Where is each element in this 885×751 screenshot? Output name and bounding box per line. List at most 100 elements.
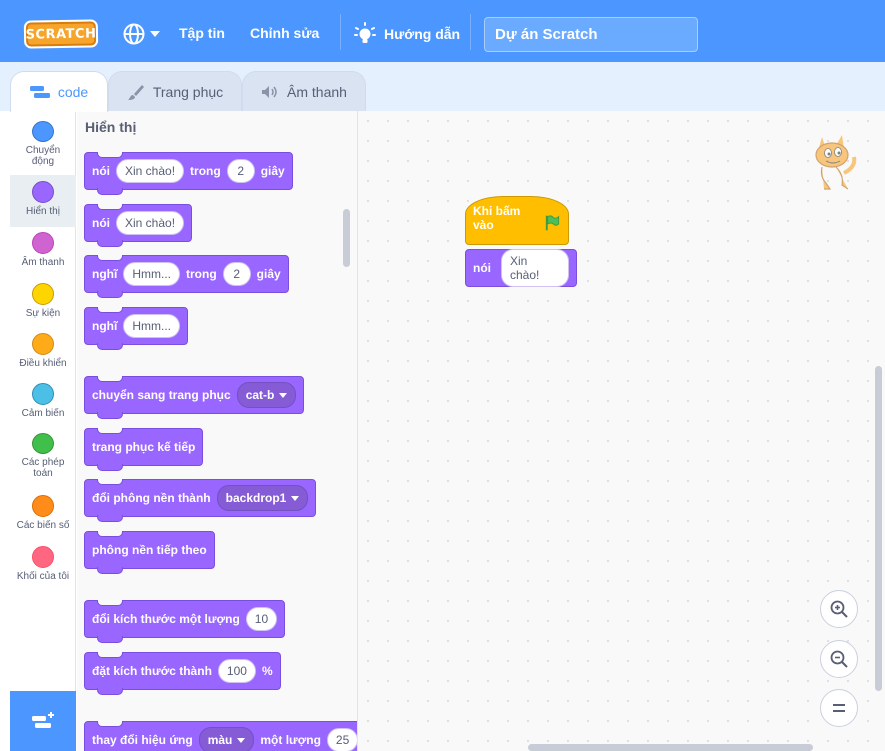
lightbulb-icon bbox=[354, 22, 376, 43]
category-variables[interactable]: Các biến số bbox=[10, 489, 76, 541]
say-for-secs-block[interactable]: nói Xin chào! trong 2 giây bbox=[84, 152, 293, 195]
script-vertical-scrollbar[interactable] bbox=[875, 366, 882, 691]
zoom-reset-button[interactable] bbox=[820, 689, 858, 727]
category-label: Hiển thị bbox=[26, 206, 60, 217]
category-label: Các phép toán bbox=[21, 457, 65, 479]
number-input[interactable]: 100 bbox=[217, 659, 256, 683]
category-sound[interactable]: Âm thanh bbox=[10, 226, 76, 278]
block-text: giây bbox=[256, 267, 281, 281]
category-dot bbox=[32, 121, 54, 142]
effect-dropdown[interactable]: màu bbox=[198, 727, 255, 751]
next-backdrop-block[interactable]: phông nền tiếp theo bbox=[84, 531, 215, 574]
switch-costume-block[interactable]: chuyển sang trang phục cat-b bbox=[84, 376, 305, 419]
category-menu: Chuyển động Hiển thị Âm thanh Sự kiện Đi… bbox=[10, 111, 76, 691]
category-label: Chuyển động bbox=[25, 145, 61, 167]
set-size-block[interactable]: đặt kích thước thành 100 % bbox=[84, 652, 281, 695]
tab-code-label: code bbox=[57, 84, 89, 100]
number-input[interactable]: 25 bbox=[326, 728, 357, 751]
block-text: đổi phông nền thành bbox=[92, 491, 211, 505]
category-label: Cảm biến bbox=[21, 408, 65, 419]
category-operators[interactable]: Các phép toán bbox=[10, 427, 76, 479]
text-input[interactable]: Hmm... bbox=[123, 314, 180, 338]
block-text: nói bbox=[92, 164, 110, 178]
category-dot bbox=[32, 232, 54, 254]
edit-menu[interactable]: Chỉnh sửa bbox=[250, 25, 319, 41]
block-text: % bbox=[261, 664, 273, 678]
dropdown-value: backdrop1 bbox=[225, 491, 287, 505]
category-dot bbox=[32, 495, 54, 517]
block-text: chuyển sang trang phục bbox=[92, 388, 231, 402]
change-effect-block[interactable]: thay đổi hiệu ứng màu một lượng 25 bbox=[84, 721, 357, 751]
tab-sounds[interactable]: Âm thanh bbox=[242, 71, 366, 111]
number-input[interactable]: 2 bbox=[222, 262, 251, 286]
block-text: giây bbox=[260, 164, 285, 178]
category-control[interactable]: Điều khiển bbox=[10, 327, 76, 379]
language-menu[interactable] bbox=[122, 22, 164, 46]
block-text: nói bbox=[473, 261, 491, 275]
tab-costumes[interactable]: Trang phục bbox=[108, 71, 242, 111]
say-block[interactable]: nói Xin chào! bbox=[84, 204, 193, 247]
script-area[interactable]: Khi bấm vào nói Xin chào! bbox=[358, 111, 885, 751]
block-text: phông nền tiếp theo bbox=[92, 543, 207, 557]
category-dot bbox=[32, 546, 54, 568]
when-flag-clicked-block[interactable]: Khi bấm vào bbox=[465, 196, 569, 245]
switch-backdrop-block[interactable]: đổi phông nền thành backdrop1 bbox=[84, 479, 317, 522]
code-icon bbox=[29, 86, 50, 98]
scratch-editor: SCRATCH Tập tin Chỉnh sửa Hướng dẫn Dự á… bbox=[0, 0, 885, 751]
block-text: trang phục kế tiếp bbox=[92, 440, 196, 454]
zoom-reset-icon bbox=[833, 704, 845, 712]
change-size-block[interactable]: đổi kích thước một lượng 10 bbox=[84, 600, 286, 643]
category-sensing[interactable]: Cảm biến bbox=[10, 377, 76, 429]
editor-tabs: code Trang phục Âm thanh bbox=[0, 62, 885, 112]
think-block[interactable]: nghĩ Hmm... bbox=[84, 307, 188, 350]
costume-dropdown[interactable]: cat-b bbox=[236, 382, 297, 408]
category-dot bbox=[32, 181, 54, 203]
globe-icon bbox=[123, 23, 145, 45]
zoom-out-button[interactable] bbox=[820, 640, 858, 678]
next-costume-block[interactable]: trang phục kế tiếp bbox=[84, 428, 204, 471]
text-input[interactable]: Xin chào! bbox=[116, 211, 185, 235]
palette-scrollbar[interactable] bbox=[343, 209, 350, 267]
script-horizontal-scrollbar[interactable] bbox=[528, 744, 813, 751]
palette-heading: Hiển thị bbox=[85, 119, 137, 135]
block-text: Khi bấm vào bbox=[473, 204, 521, 232]
say-block-script[interactable]: nói Xin chào! bbox=[465, 249, 577, 287]
extension-icon bbox=[32, 712, 54, 728]
zoom-in-button[interactable] bbox=[820, 590, 858, 628]
speaker-icon bbox=[262, 85, 277, 98]
backdrop-dropdown[interactable]: backdrop1 bbox=[216, 485, 309, 511]
block-text: một lượng bbox=[260, 733, 321, 747]
chevron-down-icon bbox=[279, 392, 288, 398]
number-input[interactable]: 10 bbox=[245, 607, 278, 631]
tab-sounds-label: Âm thanh bbox=[287, 83, 347, 100]
tab-code[interactable]: code bbox=[10, 71, 108, 112]
category-dot bbox=[32, 283, 54, 305]
text-input[interactable]: Xin chào! bbox=[501, 249, 569, 287]
scratch-logo[interactable]: SCRATCH bbox=[23, 19, 99, 49]
dropdown-value: cat-b bbox=[245, 388, 275, 402]
brush-icon bbox=[127, 84, 144, 100]
chevron-down-icon bbox=[150, 31, 160, 37]
category-motion[interactable]: Chuyển động bbox=[10, 115, 76, 167]
text-input[interactable]: Xin chào! bbox=[116, 159, 185, 183]
category-events[interactable]: Sự kiện bbox=[10, 277, 76, 329]
project-title-input[interactable]: Dự án Scratch bbox=[484, 17, 698, 52]
category-looks[interactable]: Hiển thị bbox=[10, 175, 76, 227]
block-text: đặt kích thước thành bbox=[92, 664, 212, 678]
block-text: nghĩ bbox=[92, 319, 118, 333]
cat-sprite-icon bbox=[815, 135, 857, 190]
category-dot bbox=[32, 333, 54, 355]
block-text: trong bbox=[186, 267, 217, 281]
tutorials-button[interactable]: Hướng dẫn bbox=[354, 22, 460, 46]
category-dot bbox=[32, 383, 54, 405]
category-label: Sự kiện bbox=[25, 308, 61, 319]
text-input[interactable]: Hmm... bbox=[123, 262, 180, 286]
category-my-blocks[interactable]: Khối của tôi bbox=[10, 540, 76, 592]
tutorials-label: Hướng dẫn bbox=[384, 26, 461, 42]
add-extension-button[interactable] bbox=[10, 691, 76, 751]
think-for-secs-block[interactable]: nghĩ Hmm... trong 2 giây bbox=[84, 255, 289, 298]
category-dot bbox=[32, 433, 54, 454]
tab-costumes-label: Trang phục bbox=[152, 83, 224, 100]
number-input[interactable]: 2 bbox=[226, 159, 255, 183]
file-menu[interactable]: Tập tin bbox=[179, 25, 225, 41]
